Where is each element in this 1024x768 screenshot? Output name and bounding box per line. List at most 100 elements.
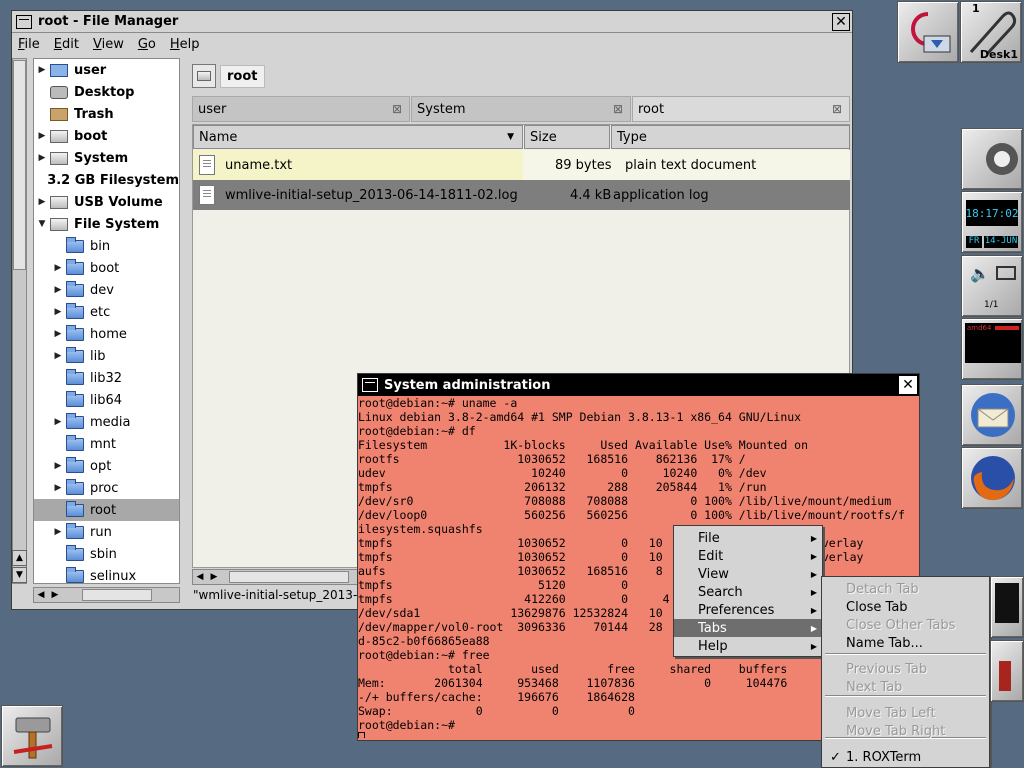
context-menu-item[interactable]: Search ▶ (674, 583, 822, 601)
firefox-dock-app[interactable] (961, 447, 1023, 509)
tree-item[interactable]: 3.2 GB Filesystem (34, 169, 179, 191)
expand-arrow-icon[interactable]: ▶ (34, 197, 50, 207)
file-row[interactable]: wmlive-initial-setup_2013-06-14-1811-02.… (193, 180, 850, 210)
thunderbird-dock-app[interactable] (961, 384, 1023, 446)
file-row[interactable]: uname.txt 89 bytes plain text document (193, 150, 850, 180)
expand-arrow-icon[interactable]: ▶ (50, 483, 66, 493)
tree-item[interactable]: Trash (34, 103, 179, 125)
hidden-dock-app[interactable] (990, 576, 1024, 638)
close-tab-icon[interactable]: ⊠ (611, 102, 625, 116)
terminal-line: tmpfs 206132 288 205844 1% /run (358, 480, 767, 494)
context-menu-item[interactable]: Help ▶ (674, 637, 822, 655)
tree-item[interactable]: ▶ USB Volume (34, 191, 179, 213)
close-icon[interactable]: ✕ (899, 376, 917, 394)
hidden-dock-app-2[interactable] (990, 640, 1024, 702)
expand-arrow-icon[interactable]: ▶ (50, 263, 66, 273)
tree-item[interactable]: ▶ opt (34, 455, 179, 477)
context-menu-item[interactable]: View ▶ (674, 565, 822, 583)
column-header-type[interactable]: Type (611, 125, 850, 149)
tree-item[interactable]: mnt (34, 433, 179, 455)
hammer-icon (13, 717, 53, 759)
desktop-pager[interactable]: 1 Desk1 (960, 1, 1022, 63)
expand-arrow-icon[interactable]: ▶ (50, 351, 66, 361)
debian-dock-app[interactable] (897, 1, 959, 63)
tree-item[interactable]: ▶ dev (34, 279, 179, 301)
tree-item[interactable]: ▶ System (34, 147, 179, 169)
expand-arrow-icon[interactable]: ▶ (34, 131, 50, 141)
scroll-thumb[interactable] (82, 589, 152, 601)
menu-view[interactable]: View (93, 37, 124, 52)
menu-edit[interactable]: Edit (54, 37, 79, 52)
scroll-right-icon[interactable]: ▶ (207, 572, 221, 582)
close-tab-icon[interactable]: ⊠ (830, 102, 844, 116)
tree-item[interactable]: selinux (34, 565, 179, 583)
tree-item[interactable]: ▶ run (34, 521, 179, 543)
window-menu-icon[interactable] (16, 14, 32, 29)
tree-item[interactable]: ▶ etc (34, 301, 179, 323)
scroll-left-icon[interactable]: ◀ (34, 590, 48, 600)
tabs-submenu-item[interactable]: ✓ 1. ROXTerm (822, 748, 989, 766)
menu-file[interactable]: File (18, 37, 40, 52)
scroll-thumb[interactable] (229, 571, 349, 583)
tree-item[interactable]: ▶ user (34, 59, 179, 81)
location-drive-button[interactable] (192, 64, 216, 88)
close-tab-icon[interactable]: ⊠ (390, 102, 404, 116)
expand-arrow-icon[interactable]: ▶ (34, 65, 50, 75)
tree-item[interactable]: ▼ File System (34, 213, 179, 235)
expand-arrow-icon[interactable]: ▶ (50, 285, 66, 295)
expand-arrow-icon[interactable]: ▶ (50, 329, 66, 339)
tab-root[interactable]: root ⊠ (632, 96, 850, 122)
expand-arrow-icon[interactable]: ▶ (50, 307, 66, 317)
expand-arrow-icon[interactable]: ▶ (50, 461, 66, 471)
expand-arrow-icon[interactable]: ▶ (50, 527, 66, 537)
tree-item[interactable]: ▶ lib (34, 345, 179, 367)
tab-system[interactable]: System ⊠ (411, 96, 631, 122)
location-root-button[interactable]: root (220, 64, 265, 88)
scroll-right-icon[interactable]: ▶ (48, 590, 62, 600)
scroll-up-button[interactable]: ▲ (12, 550, 27, 566)
tree-item[interactable]: lib32 (34, 367, 179, 389)
network-icon (996, 266, 1016, 280)
menu-go[interactable]: Go (138, 37, 156, 52)
speaker-icon[interactable]: 🔈 (970, 264, 990, 283)
scroll-down-button[interactable]: ▼ (12, 567, 27, 583)
tree-item[interactable]: ▶ boot (34, 257, 179, 279)
tree-horizontal-scrollbar[interactable]: ◀ ▶ (33, 587, 180, 603)
tree-item[interactable]: lib64 (34, 389, 179, 411)
context-menu-item[interactable]: Edit ▶ (674, 547, 822, 565)
tree-item[interactable]: Desktop (34, 81, 179, 103)
column-header-name[interactable]: Name ▼ (193, 125, 523, 149)
list-horizontal-scrollbar[interactable]: ◀ ▶ (192, 569, 358, 585)
tree-item[interactable]: ▶ proc (34, 477, 179, 499)
context-menu-item[interactable]: File ▶ (674, 529, 822, 547)
desktop-icon (50, 85, 68, 99)
close-icon[interactable]: ✕ (832, 13, 850, 31)
scrollbar-thumb[interactable] (13, 60, 26, 270)
tree-item[interactable]: root (34, 499, 179, 521)
tree-item[interactable]: ▶ boot (34, 125, 179, 147)
context-menu-item[interactable]: Preferences ▶ (674, 601, 822, 619)
context-menu-item[interactable]: Tabs ▶ (674, 619, 822, 637)
tree-item[interactable]: ▶ home (34, 323, 179, 345)
tree-item[interactable]: sbin (34, 543, 179, 565)
hammer-dock-app[interactable] (1, 705, 63, 767)
submenu-arrow-icon: ▶ (810, 623, 817, 633)
terminal-titlebar[interactable]: System administration ✕ (358, 374, 919, 396)
tabs-submenu-item[interactable]: Name Tab... (822, 634, 989, 652)
file-type: application log (613, 187, 709, 203)
collapse-arrow-icon[interactable]: ▼ (34, 219, 50, 229)
tree-item[interactable]: ▶ media (34, 411, 179, 433)
file-manager-titlebar[interactable]: root - File Manager ✕ (12, 11, 852, 33)
scroll-left-icon[interactable]: ◀ (193, 572, 207, 582)
tabs-submenu-item[interactable]: Close Tab (822, 598, 989, 616)
dock-app-logo[interactable] (961, 128, 1023, 190)
expand-arrow-icon[interactable]: ▶ (34, 153, 50, 163)
volume-dockapp[interactable]: 🔈 1/1 (961, 255, 1023, 317)
tree-item[interactable]: bin (34, 235, 179, 257)
pane-splitter[interactable] (181, 58, 190, 588)
expand-arrow-icon[interactable]: ▶ (50, 417, 66, 427)
tab-user[interactable]: user ⊠ (192, 96, 410, 122)
window-menu-icon[interactable] (362, 378, 378, 392)
column-header-size[interactable]: Size (524, 125, 610, 149)
menu-help[interactable]: Help (170, 37, 200, 52)
